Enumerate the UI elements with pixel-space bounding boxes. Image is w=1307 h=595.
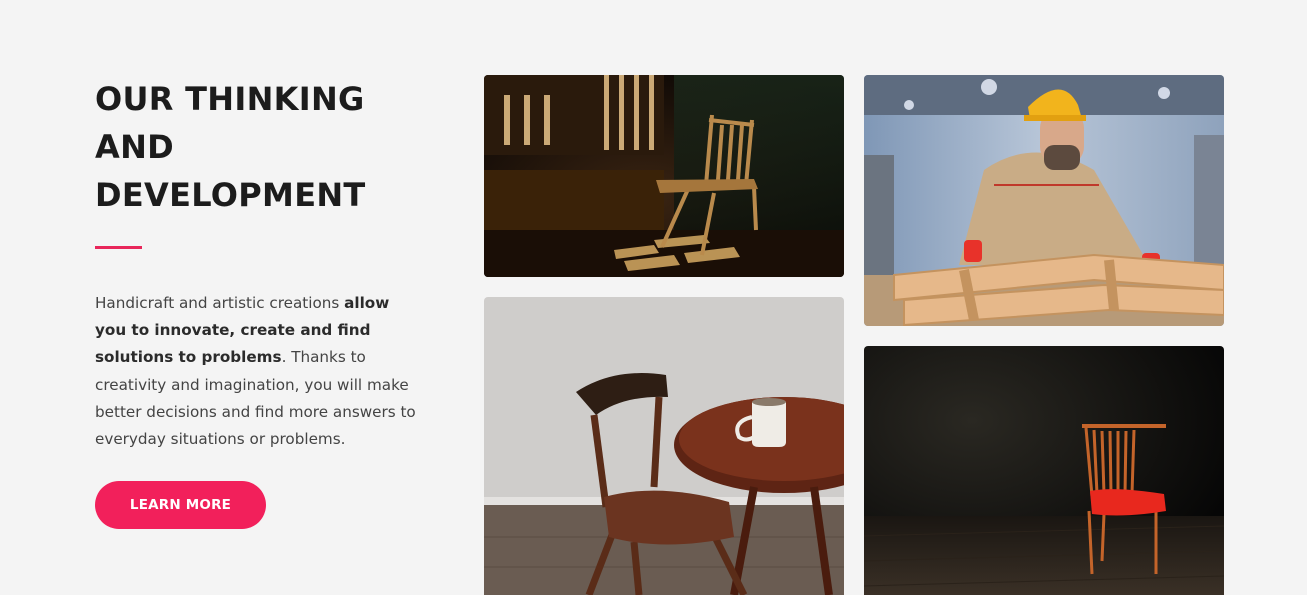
wooden-chair-and-table-photo: [484, 297, 844, 595]
intro-column: OUR THINKING AND DEVELOPMENT Handicraft …: [95, 75, 425, 453]
title-line-2: AND: [95, 128, 175, 166]
section-title: OUR THINKING AND DEVELOPMENT: [95, 75, 425, 219]
section-description: Handicraft and artistic creations allow …: [95, 290, 421, 453]
chair-by-window-photo: [484, 75, 844, 277]
red-chair-dark-room-photo: [864, 346, 1224, 595]
description-text-1: Handicraft and artistic creations: [95, 294, 345, 312]
learn-more-button[interactable]: LEARN MORE: [95, 481, 266, 529]
carpenter-with-hard-hat-photo: [864, 75, 1224, 326]
title-underline: [95, 246, 142, 249]
title-line-3: DEVELOPMENT: [95, 176, 366, 214]
title-line-1: OUR THINKING: [95, 80, 365, 118]
